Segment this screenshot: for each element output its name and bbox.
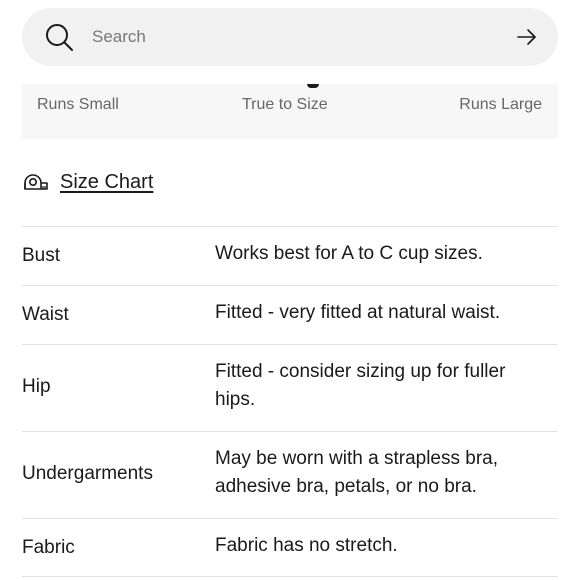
- table-row-bust: Bust Works best for A to C cup sizes.: [22, 226, 558, 285]
- table-row-fabric: Fabric Fabric has no stretch.: [22, 518, 558, 577]
- fit-scale-marker: [307, 84, 319, 88]
- row-label: Fabric: [22, 537, 75, 558]
- arrow-right-icon[interactable]: [516, 26, 538, 48]
- search-icon[interactable]: [44, 22, 74, 52]
- row-value: Fabric has no stretch.: [215, 535, 398, 556]
- search-input[interactable]: [92, 22, 492, 52]
- fit-details-table: Bust Works best for A to C cup sizes. Wa…: [22, 226, 558, 577]
- row-label: Bust: [22, 245, 61, 266]
- row-label: Hip: [22, 376, 51, 397]
- fit-scale-max-label: Runs Large: [459, 96, 542, 113]
- size-chart-link[interactable]: Size Chart: [22, 168, 153, 196]
- row-value: Fitted - consider sizing up for fuller h…: [215, 361, 506, 410]
- fit-scale: Runs Small True to Size Runs Large: [22, 84, 558, 139]
- table-row-undergarments: Undergarments May be worn with a straple…: [22, 431, 558, 518]
- table-row-waist: Waist Fitted - very fitted at natural wa…: [22, 285, 558, 344]
- row-label: Undergarments: [22, 463, 153, 484]
- row-label: Waist: [22, 304, 69, 325]
- row-value: Fitted - very fitted at natural waist.: [215, 302, 501, 323]
- size-chart-label[interactable]: Size Chart: [60, 171, 153, 194]
- row-value: May be worn with a strapless bra, adhesi…: [215, 448, 499, 497]
- row-value: Works best for A to C cup sizes.: [215, 243, 483, 264]
- table-row-hip: Hip Fitted - consider sizing up for full…: [22, 344, 558, 431]
- search-bar[interactable]: [22, 8, 558, 66]
- page: Runs Small True to Size Runs Large Size …: [0, 0, 580, 580]
- fit-scale-mid-label: True to Size: [242, 96, 328, 113]
- fit-scale-min-label: Runs Small: [37, 96, 119, 113]
- measuring-tape-icon: [24, 174, 48, 190]
